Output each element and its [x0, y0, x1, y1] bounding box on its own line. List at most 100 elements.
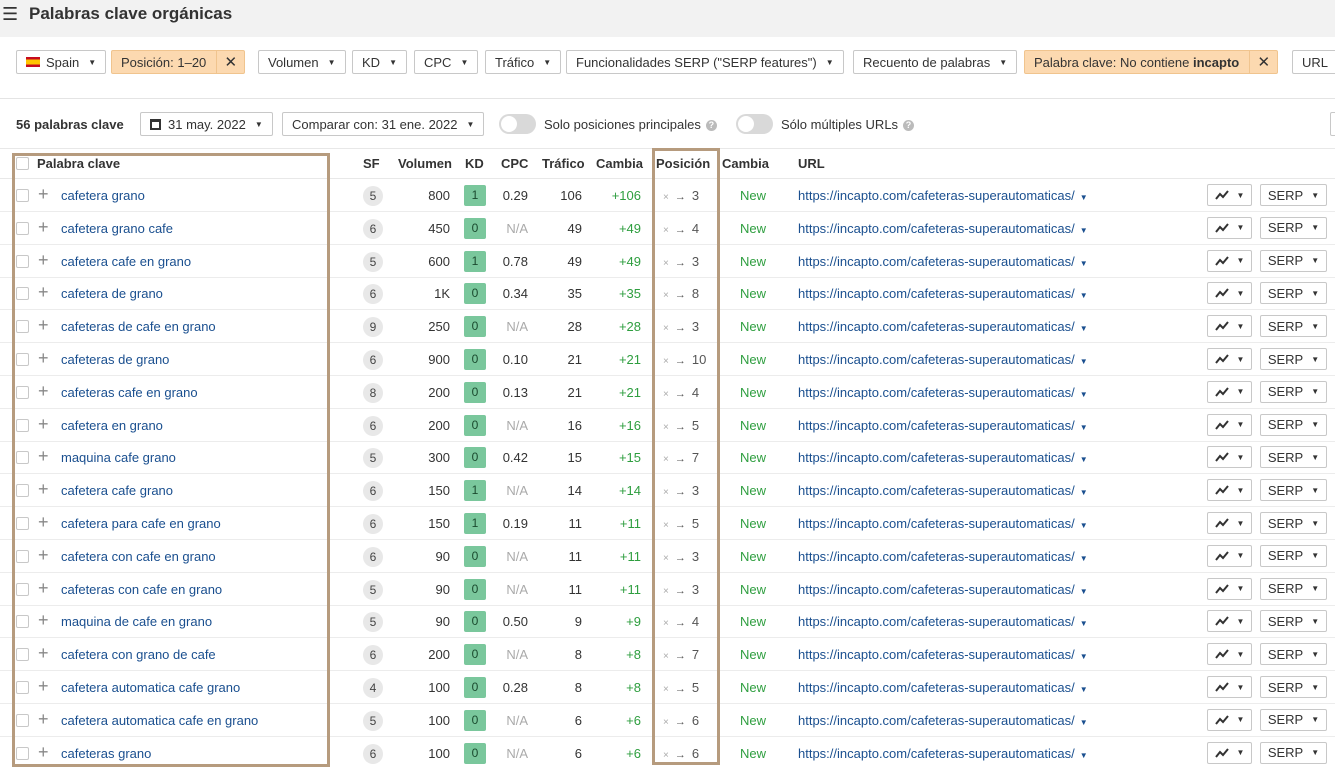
- top-positions-toggle[interactable]: [499, 114, 536, 134]
- keyword-filter[interactable]: Palabra clave: No contiene incapto ✕: [1024, 50, 1279, 74]
- plus-icon[interactable]: +: [38, 709, 49, 729]
- toolbar-edge-button[interactable]: [1330, 112, 1335, 136]
- traffic-filter[interactable]: Tráfico ▼: [485, 50, 562, 74]
- keyword-link[interactable]: cafeteras cafe en grano: [61, 385, 198, 400]
- close-icon[interactable]: ✕: [1249, 51, 1277, 73]
- hamburger-icon[interactable]: ☰: [2, 5, 18, 23]
- keyword-link[interactable]: cafetera automatica cafe grano: [61, 680, 240, 695]
- sf-badge[interactable]: 6: [363, 284, 383, 305]
- cpc-filter[interactable]: CPC ▼: [414, 50, 479, 74]
- keyword-link[interactable]: maquina de cafe en grano: [61, 614, 212, 629]
- row-checkbox[interactable]: [16, 221, 29, 235]
- col-keyword[interactable]: Palabra clave: [37, 156, 120, 171]
- keyword-link[interactable]: cafetera automatica cafe en grano: [61, 713, 258, 728]
- chevron-down-icon[interactable]: ▼: [1080, 357, 1088, 366]
- chart-button[interactable]: ▼: [1207, 380, 1252, 403]
- chart-button[interactable]: ▼: [1207, 676, 1252, 698]
- serp-button[interactable]: SERP ▼: [1260, 446, 1327, 469]
- sf-badge[interactable]: 5: [363, 186, 383, 206]
- plus-icon[interactable]: +: [38, 250, 49, 270]
- plus-icon[interactable]: +: [38, 446, 49, 466]
- row-checkbox[interactable]: [16, 189, 29, 202]
- url-link[interactable]: https://incapto.com/cafeteras-superautom…: [798, 614, 1088, 629]
- url-link[interactable]: https://incapto.com/cafeteras-superautom…: [798, 418, 1088, 433]
- sf-badge[interactable]: 6: [363, 350, 383, 370]
- row-checkbox[interactable]: [16, 484, 29, 498]
- keyword-link[interactable]: cafeteras de grano: [61, 352, 169, 367]
- serp-button[interactable]: SERP ▼: [1260, 577, 1327, 600]
- sf-badge[interactable]: 6: [363, 514, 383, 534]
- col-kd[interactable]: KD: [465, 156, 484, 171]
- row-checkbox[interactable]: [16, 254, 29, 268]
- chart-button[interactable]: ▼: [1207, 413, 1252, 436]
- close-icon[interactable]: ✕: [216, 51, 244, 73]
- row-checkbox[interactable]: [16, 517, 29, 530]
- keyword-link[interactable]: cafetera cafe en grano: [61, 254, 191, 269]
- chevron-down-icon[interactable]: ▼: [1080, 619, 1088, 628]
- chevron-down-icon[interactable]: ▼: [1080, 587, 1088, 596]
- url-link[interactable]: https://incapto.com/cafeteras-superautom…: [798, 549, 1088, 564]
- keyword-link[interactable]: maquina cafe grano: [61, 450, 176, 465]
- chevron-down-icon[interactable]: ▼: [1080, 226, 1088, 235]
- plus-icon[interactable]: +: [38, 676, 49, 696]
- word-count-filter[interactable]: Recuento de palabras ▼: [853, 50, 1018, 74]
- plus-icon[interactable]: +: [38, 479, 49, 499]
- multiple-urls-toggle[interactable]: [736, 114, 773, 134]
- url-link[interactable]: https://incapto.com/cafeteras-superautom…: [798, 680, 1088, 695]
- plus-icon[interactable]: +: [38, 282, 49, 302]
- serp-button[interactable]: SERP ▼: [1260, 708, 1327, 731]
- serp-button[interactable]: SERP ▼: [1260, 643, 1327, 666]
- plus-icon[interactable]: +: [38, 184, 49, 204]
- chart-button[interactable]: ▼: [1207, 643, 1252, 666]
- url-link[interactable]: https://incapto.com/cafeteras-superautom…: [798, 221, 1088, 236]
- chevron-down-icon[interactable]: ▼: [1080, 685, 1088, 694]
- serp-features-filter[interactable]: Funcionalidades SERP ("SERP features") ▼: [566, 50, 844, 74]
- chart-button[interactable]: ▼: [1207, 282, 1252, 305]
- row-checkbox[interactable]: [16, 746, 29, 760]
- sf-badge[interactable]: 8: [363, 382, 383, 403]
- serp-button[interactable]: SERP ▼: [1260, 380, 1327, 403]
- plus-icon[interactable]: +: [38, 545, 49, 565]
- col-url[interactable]: URL: [798, 156, 825, 171]
- select-all-checkbox[interactable]: [16, 157, 29, 170]
- chevron-down-icon[interactable]: ▼: [1080, 193, 1088, 202]
- serp-button[interactable]: SERP ▼: [1260, 184, 1327, 206]
- plus-icon[interactable]: +: [38, 381, 49, 401]
- chart-button[interactable]: ▼: [1207, 708, 1252, 731]
- serp-button[interactable]: SERP ▼: [1260, 479, 1327, 502]
- chart-button[interactable]: ▼: [1207, 216, 1252, 239]
- sf-badge[interactable]: 9: [363, 317, 383, 338]
- serp-button[interactable]: SERP ▼: [1260, 413, 1327, 436]
- help-icon[interactable]: ?: [705, 120, 717, 131]
- chevron-down-icon[interactable]: ▼: [1080, 751, 1088, 760]
- keyword-link[interactable]: cafetera grano cafe: [61, 221, 173, 236]
- serp-button[interactable]: SERP ▼: [1260, 249, 1327, 272]
- plus-icon[interactable]: +: [38, 348, 49, 368]
- sf-badge[interactable]: 5: [363, 710, 383, 731]
- serp-button[interactable]: SERP ▼: [1260, 315, 1327, 338]
- url-link[interactable]: https://incapto.com/cafeteras-superautom…: [798, 582, 1088, 597]
- sf-badge[interactable]: 6: [363, 481, 383, 502]
- serp-button[interactable]: SERP ▼: [1260, 741, 1327, 764]
- serp-button[interactable]: SERP ▼: [1260, 512, 1327, 534]
- plus-icon[interactable]: +: [38, 578, 49, 598]
- chart-button[interactable]: ▼: [1207, 544, 1252, 567]
- serp-button[interactable]: SERP ▼: [1260, 216, 1327, 239]
- row-checkbox[interactable]: [16, 418, 29, 432]
- sf-badge[interactable]: 5: [363, 448, 383, 469]
- col-cpc[interactable]: CPC: [501, 156, 528, 171]
- chart-button[interactable]: ▼: [1207, 479, 1252, 502]
- col-traffic[interactable]: Tráfico: [542, 156, 585, 171]
- url-link[interactable]: https://incapto.com/cafeteras-superautom…: [798, 483, 1088, 498]
- serp-button[interactable]: SERP ▼: [1260, 282, 1327, 305]
- chart-button[interactable]: ▼: [1207, 184, 1252, 206]
- chevron-down-icon[interactable]: ▼: [1080, 259, 1088, 268]
- chart-button[interactable]: ▼: [1207, 610, 1252, 633]
- chevron-down-icon[interactable]: ▼: [1080, 488, 1088, 497]
- row-checkbox[interactable]: [16, 615, 29, 629]
- row-checkbox[interactable]: [16, 385, 29, 399]
- help-icon[interactable]: ?: [903, 120, 915, 131]
- chevron-down-icon[interactable]: ▼: [1080, 521, 1088, 530]
- serp-button[interactable]: SERP ▼: [1260, 544, 1327, 567]
- serp-button[interactable]: SERP ▼: [1260, 610, 1327, 633]
